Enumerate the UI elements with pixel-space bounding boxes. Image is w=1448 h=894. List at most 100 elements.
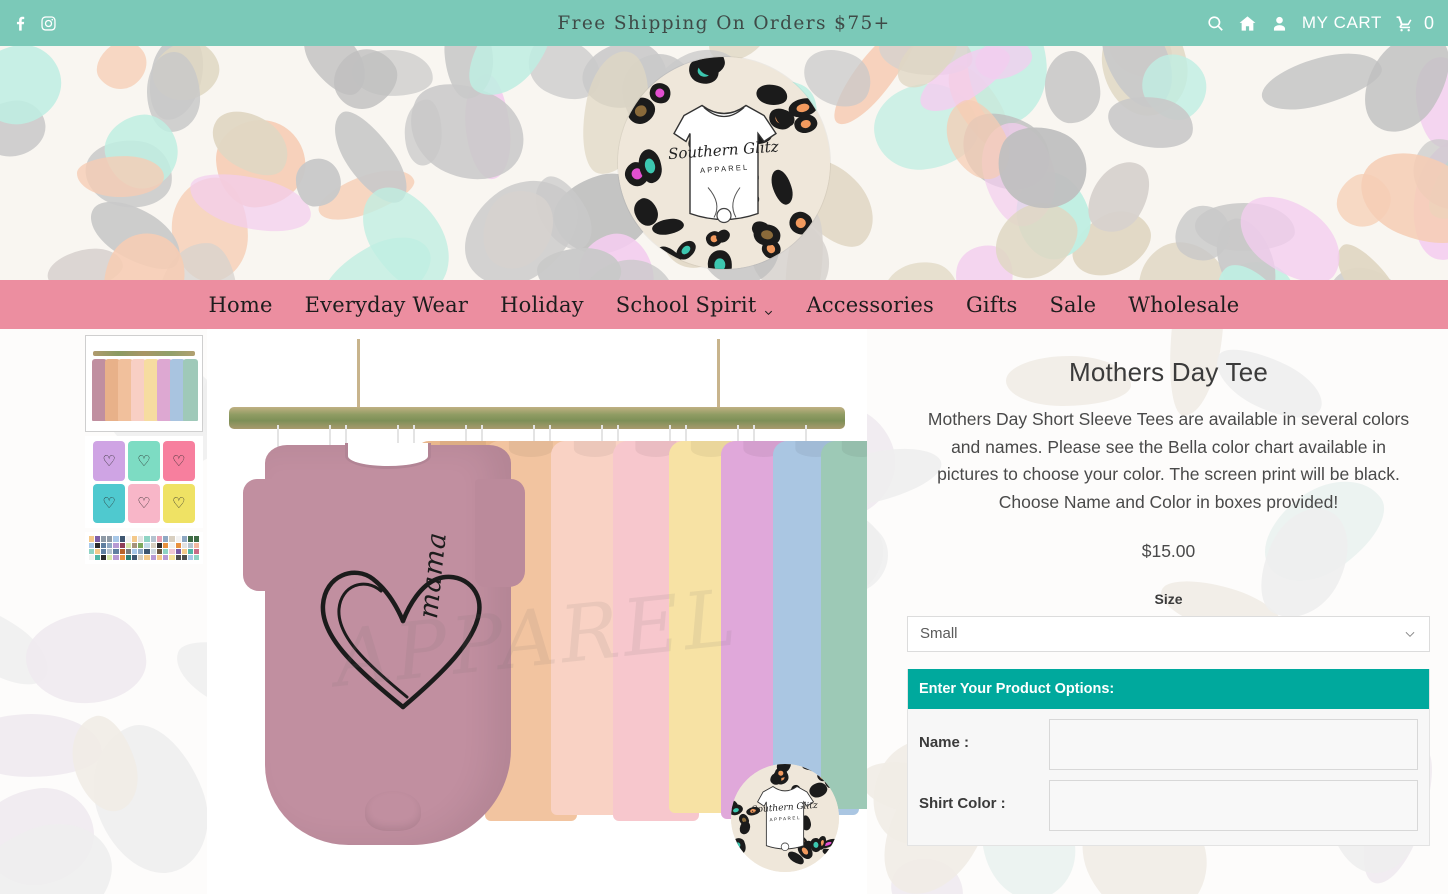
header-utility-links: MY CART 0 — [1206, 13, 1448, 34]
color-swatch — [175, 542, 181, 548]
logo-badge-overlay: Southern Glitz APPAREL — [731, 764, 839, 872]
cart-item-count: 0 — [1423, 12, 1434, 33]
color-swatch — [150, 536, 156, 542]
thumb-tee: ♡ — [162, 483, 195, 524]
color-swatch — [107, 548, 113, 554]
color-swatch — [150, 554, 156, 561]
color-swatch — [181, 548, 187, 554]
color-swatch — [100, 548, 107, 554]
thumb-tee: ♡ — [162, 440, 195, 481]
heart-icon: ♡ — [102, 452, 116, 470]
home-icon[interactable] — [1238, 14, 1257, 33]
color-swatch — [100, 536, 107, 542]
option-input-name[interactable] — [1049, 718, 1418, 770]
my-cart-link[interactable]: MY CART — [1302, 13, 1382, 33]
thumb-tee — [183, 358, 199, 422]
color-swatch — [132, 536, 138, 542]
nav-item-home[interactable]: Home — [193, 293, 289, 317]
color-swatch — [169, 536, 175, 542]
color-swatch — [156, 548, 163, 554]
product-options-header: Enter Your Product Options: — [908, 668, 1429, 709]
color-swatch — [150, 542, 156, 548]
thumb-tee: ♡ — [128, 440, 160, 481]
chevron-down-icon — [763, 299, 774, 316]
color-swatch — [163, 536, 169, 542]
thumbnail-bella-color-chart[interactable] — [85, 532, 203, 564]
option-row-name: Name : — [908, 709, 1429, 770]
nav-item-sale[interactable]: Sale — [1033, 293, 1112, 317]
tee-mint — [821, 441, 867, 809]
nav-item-label: Holiday — [500, 292, 584, 317]
color-swatch — [194, 542, 200, 548]
nav-item-school-spirit[interactable]: School Spirit — [600, 293, 791, 317]
color-swatch — [188, 554, 194, 561]
color-swatch — [132, 554, 138, 561]
logo-brand-sub: APPAREL — [699, 162, 750, 175]
product-page-body: ♡ ♡ ♡ ♡ ♡ ♡ mama Southern Glitz APPAREL … — [0, 329, 1448, 894]
option-label-shirt-color: Shirt Color : — [919, 794, 1006, 812]
color-swatch — [188, 548, 194, 554]
thumb-color-grid: ♡ ♡ ♡ ♡ ♡ ♡ — [93, 440, 195, 524]
color-swatch — [194, 548, 200, 554]
nav-item-wholesale[interactable]: Wholesale — [1112, 293, 1255, 317]
heart-icon: ♡ — [172, 452, 186, 470]
nav-item-gifts[interactable]: Gifts — [950, 293, 1033, 317]
color-swatch — [88, 554, 94, 561]
color-swatch — [144, 536, 150, 542]
color-swatch — [138, 542, 144, 548]
color-swatch — [144, 548, 150, 554]
main-navigation: Home Everyday Wear Holiday School Spirit Acc… — [0, 280, 1448, 329]
color-swatch — [113, 536, 119, 542]
color-swatch — [175, 536, 181, 542]
color-swatch — [181, 536, 187, 542]
product-main-image[interactable]: mama APPAREL Southern Glitz APPAREL — [207, 329, 867, 894]
thumb-tee-row — [91, 358, 199, 422]
color-swatch — [181, 554, 187, 561]
heart-print-graphic — [320, 570, 482, 710]
search-icon[interactable] — [1206, 14, 1225, 33]
color-swatch — [188, 542, 194, 548]
heart-icon: ♡ — [137, 495, 151, 513]
nav-item-holiday[interactable]: Holiday — [484, 293, 600, 317]
nav-item-label: Wholesale — [1128, 292, 1240, 317]
color-swatch — [94, 548, 100, 554]
tee-mauve-front: mama — [243, 443, 525, 845]
color-swatch — [107, 542, 113, 548]
color-swatch — [175, 554, 181, 561]
size-select[interactable]: Small — [907, 615, 1430, 652]
heart-icon: ♡ — [102, 495, 116, 513]
user-account-icon[interactable] — [1270, 14, 1289, 33]
color-swatch — [169, 554, 175, 561]
size-selected-value: Small — [920, 625, 958, 643]
color-swatch — [132, 542, 138, 548]
color-chart-swatches — [88, 536, 200, 561]
color-swatch — [125, 542, 132, 548]
nav-item-label: Accessories — [806, 292, 934, 317]
thumb-tee: ♡ — [93, 483, 126, 524]
color-swatch — [88, 542, 94, 548]
option-input-shirt-color[interactable] — [1049, 779, 1418, 831]
nav-item-label: Gifts — [965, 292, 1018, 317]
nav-item-accessories[interactable]: Accessories — [790, 293, 949, 317]
color-swatch — [150, 548, 156, 554]
size-label: Size — [1154, 590, 1183, 607]
color-swatch — [163, 554, 169, 561]
site-logo[interactable]: Southern Glitz APPAREL — [618, 57, 830, 269]
color-swatch — [138, 548, 144, 554]
heart-icon: ♡ — [137, 452, 151, 470]
color-swatch — [107, 554, 113, 561]
color-swatch — [107, 536, 113, 542]
color-swatch — [100, 554, 107, 561]
shopping-cart-icon[interactable] — [1395, 14, 1414, 33]
facebook-icon[interactable] — [11, 14, 30, 33]
badge-brand-sub: APPAREL — [769, 814, 802, 822]
nav-item-label: Everyday Wear — [304, 292, 469, 317]
nav-item-everyday-wear[interactable]: Everyday Wear — [289, 293, 484, 317]
thumbnail-tee-colors-grid[interactable]: ♡ ♡ ♡ ♡ ♡ ♡ — [85, 436, 203, 528]
thumbnail-hanging-tees[interactable] — [85, 335, 203, 432]
thumb-tee: ♡ — [128, 483, 160, 524]
instagram-icon[interactable] — [39, 14, 58, 33]
color-swatch — [88, 548, 94, 554]
color-swatch — [119, 542, 125, 548]
product-details-panel: Mothers Day Tee Mothers Day Short Sleeve… — [867, 329, 1448, 894]
